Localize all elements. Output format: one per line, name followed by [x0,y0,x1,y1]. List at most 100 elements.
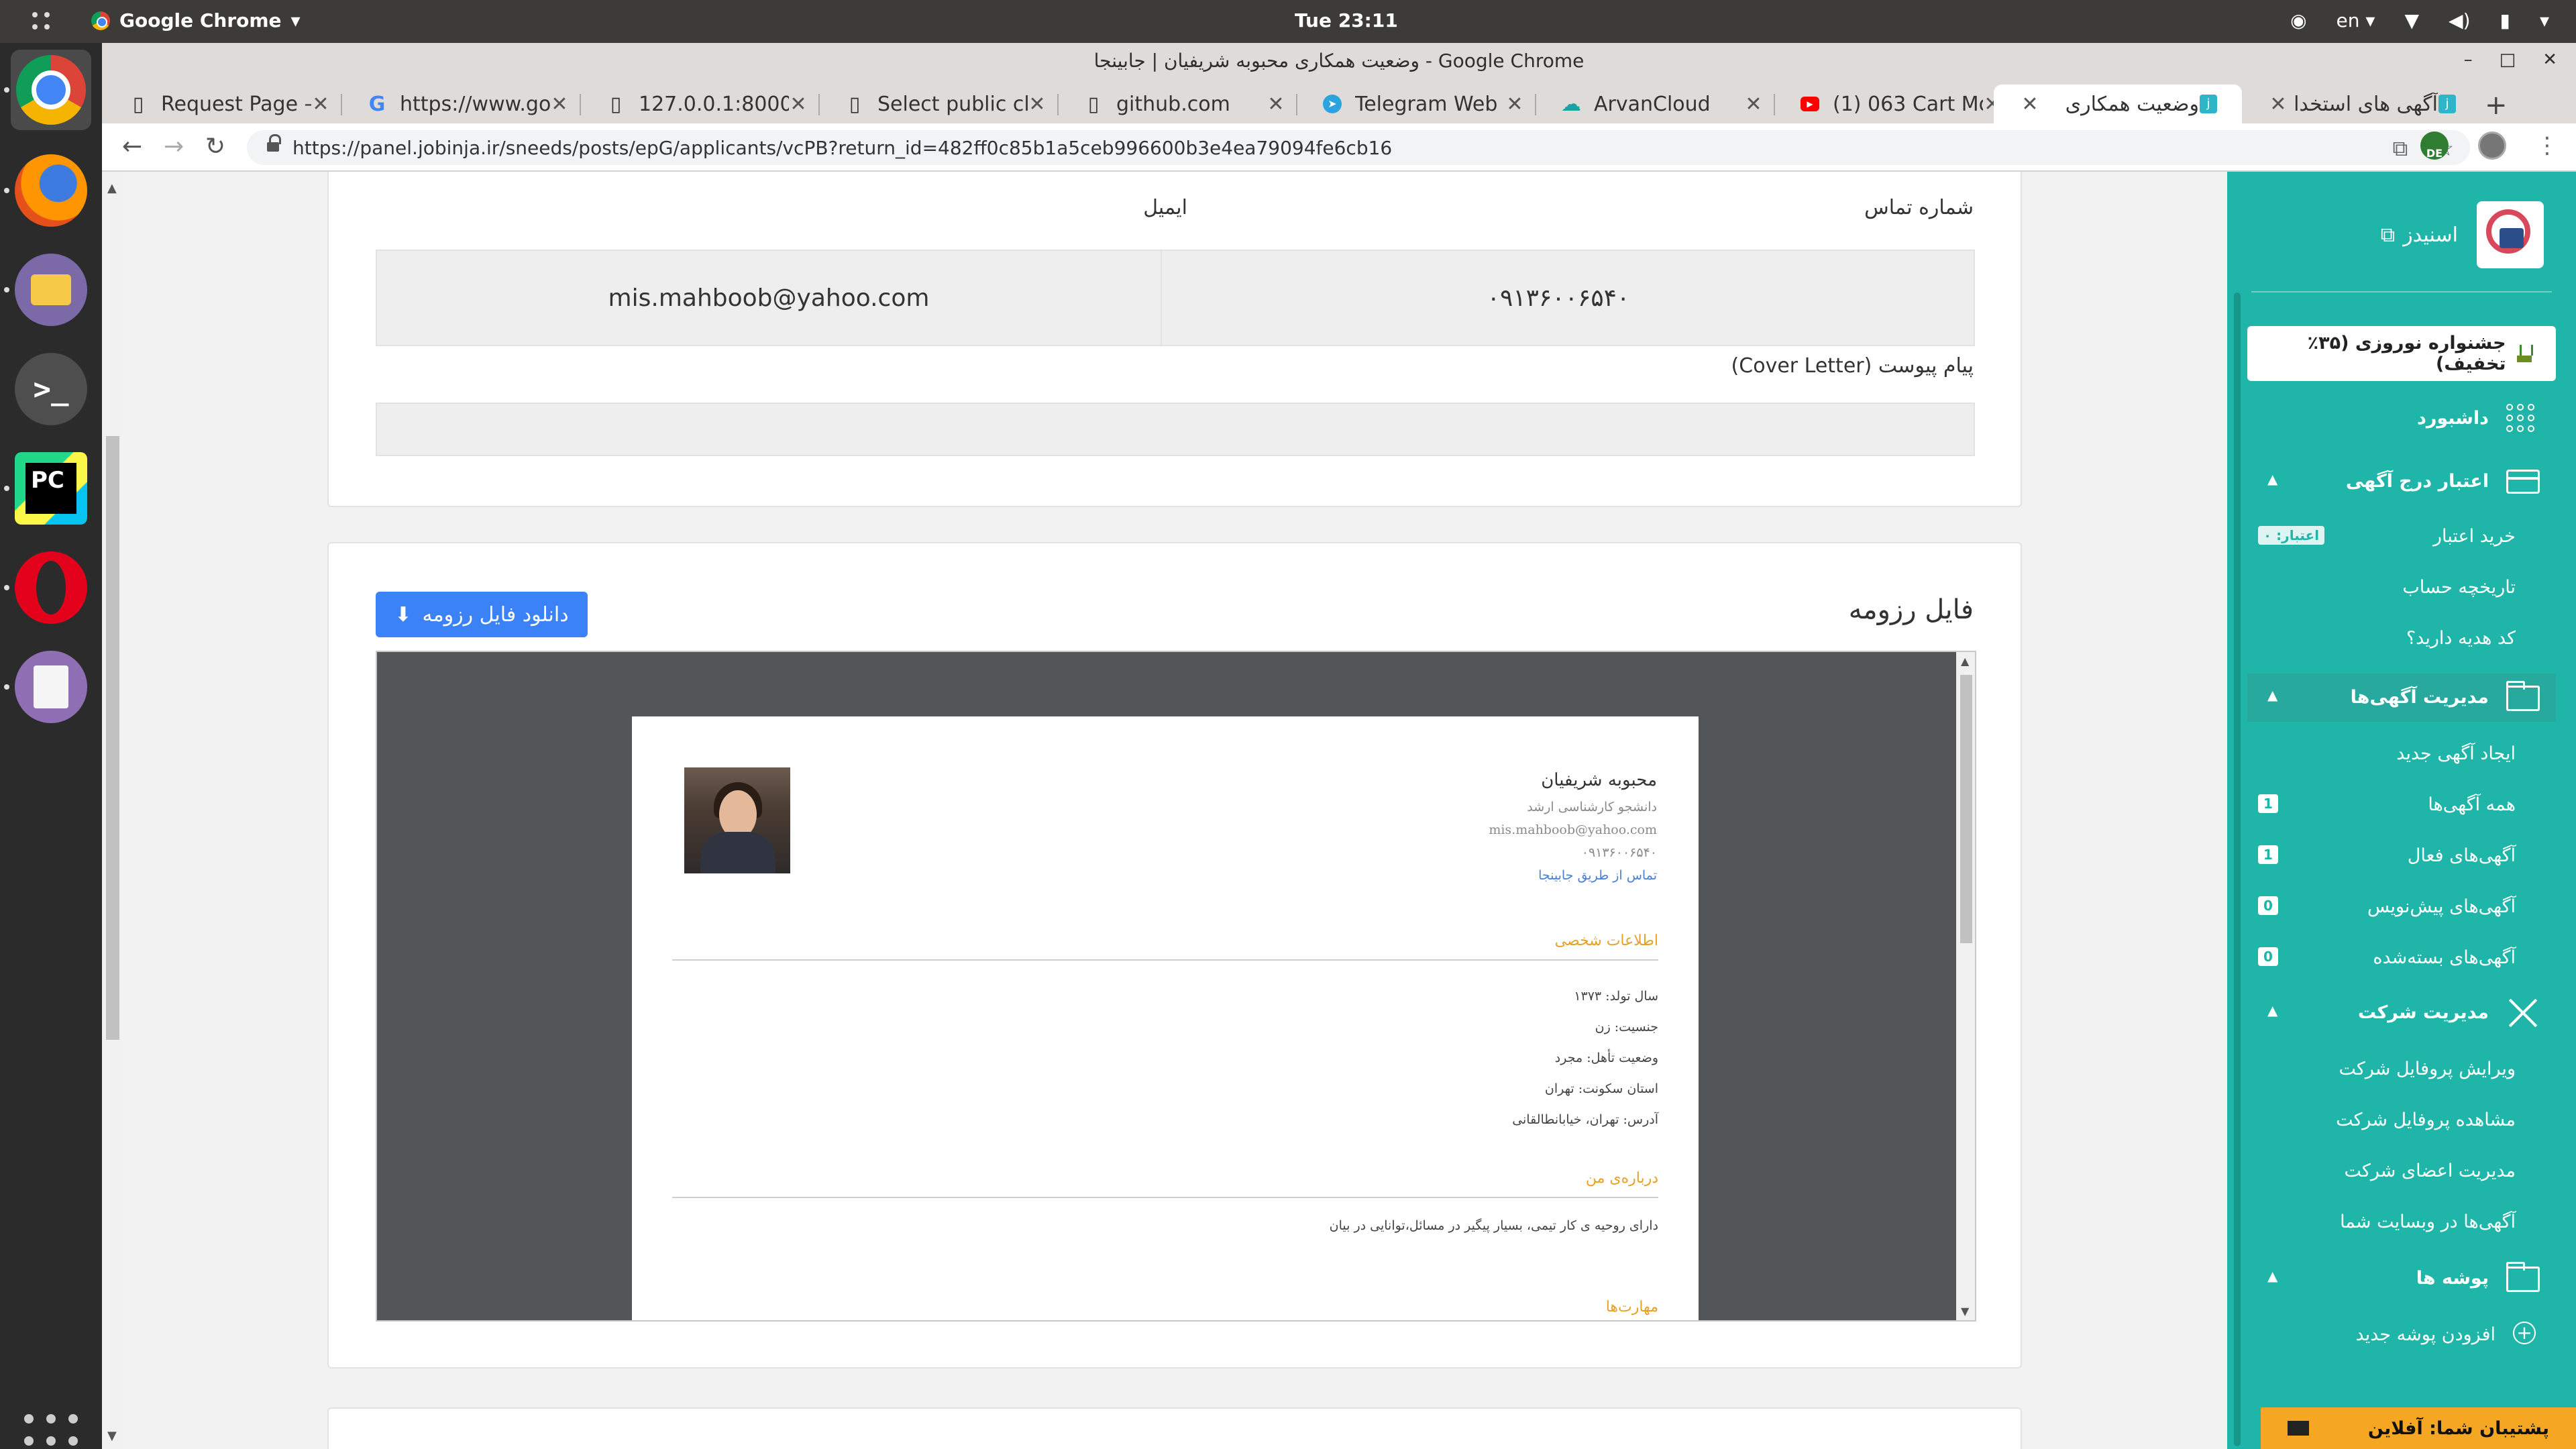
personal-info-heading: اطلاعات شخصی [1554,932,1658,949]
sidebar-item-members[interactable]: مدیریت اعضای شرکت [2247,1147,2556,1195]
system-menu-chevron-icon[interactable]: ▾ [2540,9,2549,32]
pdf-viewer[interactable]: محبوبه شریفیان دانشجو کارشناسی ارشد mis.… [376,651,1976,1322]
sidebar-label: ایجاد آگهی جدید [2396,743,2516,764]
clock[interactable]: Tue 23:11 [1295,9,1398,32]
new-tab-button[interactable]: + [2485,90,2508,121]
sidebar-item-all-ads[interactable]: همه آگهی‌ها 1 [2247,781,2556,829]
company-brand[interactable]: اسنیدز ⧉ [2381,201,2544,268]
sidebar-item-dashboard[interactable]: داشبورد [2247,394,2556,443]
sidebar-item-edit-profile[interactable]: ویرایش پروفایل شرکت [2247,1045,2556,1093]
dock-text-editor[interactable] [11,647,91,727]
sidebar-section-company[interactable]: مدیریت شرکت ▲ [2247,989,2556,1037]
tab-label: github.com [1116,92,1230,116]
wifi-icon[interactable]: ▼ [2405,9,2420,32]
scrollbar-thumb[interactable] [106,436,119,1040]
sidebar-item-buy-credit[interactable]: خرید اعتبار اعتبار: ۰ [2247,513,2556,561]
dock-files[interactable] [11,250,91,330]
sidebar-item-view-profile[interactable]: مشاهده پروفایل شرکت [2247,1096,2556,1144]
email-field[interactable]: mis.mahboob@yahoo.com [376,250,1162,346]
volume-icon[interactable]: ◀) [2449,9,2470,32]
minimize-icon[interactable]: – [2464,50,2473,70]
sidebar-section-credit[interactable]: اعتبار درج آگهی ▲ [2247,458,2556,506]
app-menu[interactable]: Google Chrome ▾ [91,9,301,32]
sidebar-item-draft-ads[interactable]: آگهی‌های پیش‌نویس 0 [2247,883,2556,931]
sidebar-item-gift-code[interactable]: کد هدیه دارید؟ [2247,614,2556,663]
sidebar-item-ads-on-site[interactable]: آگهی‌ها در وبسایت شما [2247,1198,2556,1246]
show-applications-icon[interactable] [24,1414,78,1449]
dock-terminal[interactable]: >_ [11,349,91,429]
pdf-scrollbar[interactable]: ▲ ▼ [1956,652,1975,1320]
support-status-bar[interactable]: پشتیبان شما: آفلاین [2261,1407,2576,1449]
sidebar-label: ویرایش پروفایل شرکت [2339,1059,2516,1079]
next-section-card [327,1407,2022,1449]
sidebar-item-closed-ads[interactable]: آگهی‌های بسته‌شده 0 [2247,934,2556,982]
close-icon[interactable]: ✕ [2542,50,2557,70]
tab-jobinja-status[interactable]: j وضعیت همکاری ✕ [1994,85,2242,123]
extension-de-icon[interactable]: DE [2420,131,2449,160]
maximize-icon[interactable]: □ [2500,50,2516,70]
scroll-up-icon[interactable]: ▲ [1961,655,1969,667]
profile-avatar[interactable] [2478,131,2506,160]
tab-google[interactable]: G https://www.go ✕ [341,85,580,123]
tab-close-icon[interactable]: ✕ [1267,93,1285,116]
dock-pycharm[interactable]: PC [11,448,91,529]
tab-close-icon[interactable]: ✕ [2269,93,2288,116]
chrome-menu-icon[interactable]: ⋮ [2536,132,2559,159]
tab-request-page[interactable]: ▯ Request Page – ✕ [102,85,341,123]
sidebar-item-active-ads[interactable]: آگهی‌های فعال 1 [2247,832,2556,880]
dashboard-sidebar: اسنیدز ⧉ جشنواره نوروزی (۳۵٪ تخفیف) داشب… [2227,172,2576,1449]
page-content: ▲ ▼ شماره تماس ایمیل ۰۹۱۳۶۰۰۶۵۴۰ mis.mah… [102,172,2576,1449]
scroll-up-icon[interactable]: ▲ [107,181,117,195]
tab-close-icon[interactable]: ✕ [1744,93,1763,116]
tab-github[interactable]: ▯ github.com ✕ [1057,85,1296,123]
language-indicator[interactable]: en ▾ [2337,9,2375,32]
window-titlebar[interactable]: وضعیت همکاری محبوبه شریفیان | جابینجا - … [102,43,2576,80]
tab-jobinja-ads[interactable]: j آگهی های استخدا ✕ [2242,85,2481,123]
tab-close-icon[interactable]: ✕ [1028,93,1046,116]
sidebar-item-account-history[interactable]: تاریخچه حساب [2247,564,2556,612]
battery-icon[interactable]: ▮ [2500,9,2510,32]
address-bar[interactable]: https://panel.jobinja.ir/sneeds/posts/ep… [247,130,2470,165]
tab-localhost[interactable]: ▯ 127.0.0.1:8000/ ✕ [580,85,818,123]
tab-telegram[interactable]: ➤ Telegram Web ✕ [1296,85,1535,123]
forward-arrow-icon[interactable]: → [164,133,184,160]
plant-icon [2516,345,2534,362]
promo-banner[interactable]: جشنواره نوروزی (۳۵٪ تخفیف) [2247,326,2556,381]
reload-icon[interactable]: ↻ [205,133,225,160]
plus-circle-icon: + [2513,1322,2536,1344]
tab-close-icon[interactable]: ✕ [789,93,808,116]
lock-icon[interactable] [267,134,281,154]
accessibility-icon[interactable]: ◉ [2290,9,2306,32]
url-text[interactable]: https://panel.jobinja.ir/sneeds/posts/ep… [292,137,1392,159]
resume-phone: ۰۹۱۳۶۰۰۶۵۴۰ [1581,845,1657,860]
tab-close-icon[interactable]: ✕ [2021,93,2039,116]
sidebar-section-ads[interactable]: مدیریت آگهی‌ها ▲ [2247,674,2556,722]
sidebar-item-add-folder[interactable]: + افزودن پوشه جدید [2247,1311,2556,1359]
sidebar-scrollbar[interactable] [2234,292,2241,1446]
dock-firefox[interactable] [11,150,91,231]
page-scrollbar[interactable]: ▲ ▼ [102,172,122,1449]
dock-chrome[interactable] [11,50,91,130]
resume-contact-link[interactable]: تماس از طریق جابینجا [1538,868,1657,883]
chevron-up-icon: ▲ [2267,1002,2278,1018]
scroll-down-icon[interactable]: ▼ [107,1429,117,1443]
cover-letter-field[interactable] [376,402,1975,456]
tab-close-icon[interactable]: ✕ [550,93,569,116]
download-resume-button[interactable]: دانلود فایل رزومه ⬇ [376,592,588,637]
scrollbar-thumb[interactable] [1960,675,1972,943]
dock-opera[interactable] [11,547,91,628]
tab-arvancloud[interactable]: ☁ ArvanCloud ✕ [1535,85,1774,123]
tab-select-public[interactable]: ▯ Select public cla ✕ [818,85,1057,123]
tab-youtube[interactable]: ▶ (1) 063 Cart Mo ✕ [1774,85,2012,123]
sidebar-section-folders[interactable]: پوشه ها ▲ [2247,1254,2556,1303]
tab-close-icon[interactable]: ✕ [1505,93,1524,116]
scroll-down-icon[interactable]: ▼ [1961,1305,1969,1318]
sidebar-item-new-ad[interactable]: ایجاد آگهی جدید [2247,730,2556,778]
skills-heading: مهارت‌ها [1605,1299,1658,1316]
back-arrow-icon[interactable]: ← [122,133,142,160]
activities-grid-icon[interactable] [32,12,51,31]
system-tray[interactable]: ◉ en ▾ ▼ ◀) ▮ ▾ [2290,9,2549,32]
phone-field[interactable]: ۰۹۱۳۶۰۰۶۵۴۰ [1142,250,1975,346]
tab-close-icon[interactable]: ✕ [311,93,330,116]
translate-icon[interactable]: ⧉ [2392,136,2408,162]
